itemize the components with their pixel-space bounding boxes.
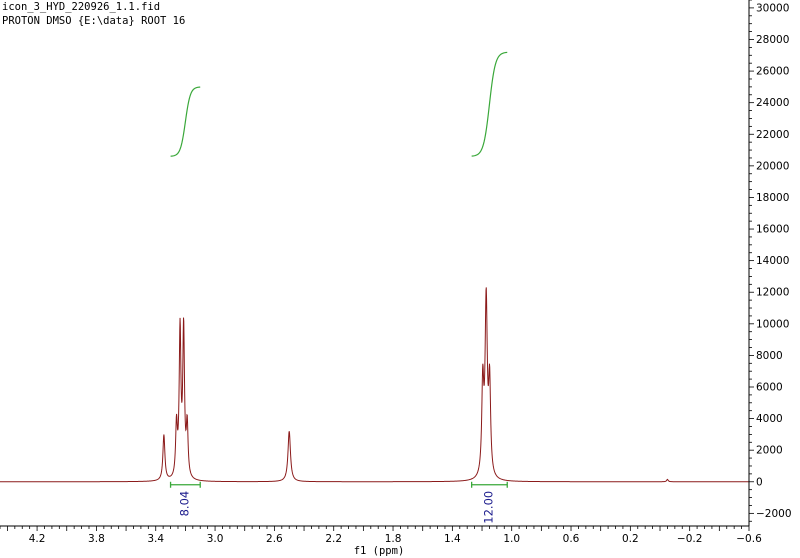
plot-area: [0, 287, 749, 483]
x-tick-label: 3.4: [147, 533, 164, 545]
y-tick-label: 24000: [756, 97, 789, 109]
x-axis: 4.2 3.8 3.4 3.0 2.6 2.2 1.8 1.4 1.0 0.6 0.2 −0.2 −0.…: [0, 525, 762, 545]
x-axis-title: f1 (ppm): [354, 545, 405, 557]
y-tick-label: 4000: [756, 413, 783, 425]
integral-value-label: 12.00: [481, 491, 495, 524]
dataset-filename: icon_3_HYD_220926_1.1.fid: [2, 1, 160, 13]
y-tick-label: 30000: [756, 2, 789, 14]
y-tick-label: 18000: [756, 192, 789, 204]
y-tick-label: 26000: [756, 66, 789, 78]
nmr-spectrum-chart: icon_3_HYD_220926_1.1.fid PROTON DMSO {E…: [0, 0, 792, 557]
x-tick-label: 0.6: [563, 533, 580, 545]
x-tick-label: −0.2: [677, 533, 703, 545]
y-tick-label: 6000: [756, 381, 783, 393]
spectrum-trace: [0, 287, 749, 483]
y-tick-label: −2000: [756, 508, 792, 520]
x-tick-label: 2.6: [266, 533, 283, 545]
y-tick-label: 20000: [756, 160, 789, 172]
x-tick-label: 3.8: [88, 533, 105, 545]
integral-curve: [471, 51, 508, 157]
x-tick-label: 2.2: [325, 533, 342, 545]
x-tick-label: 1.8: [385, 533, 402, 545]
y-tick-label: 2000: [756, 445, 783, 457]
y-tick-label: 8000: [756, 350, 783, 362]
y-tick-label: 22000: [756, 129, 789, 141]
integral-value-label: 8.04: [177, 491, 191, 517]
integral-curve: [170, 86, 201, 157]
y-tick-label: 16000: [756, 224, 789, 236]
x-tick-label: 1.4: [444, 533, 461, 545]
integral-regions: 8.04 12.00: [169, 51, 508, 524]
y-axis: −2000 0 2000 4000 6000 8000 10000 12000 14000 160…: [748, 0, 792, 526]
y-tick-label: 10000: [756, 318, 789, 330]
y-tick-label: 14000: [756, 255, 789, 267]
x-tick-label: 3.0: [207, 533, 224, 545]
y-tick-label: 12000: [756, 287, 789, 299]
acquisition-parameters: PROTON DMSO {E:\data} ROOT 16: [2, 15, 185, 27]
x-tick-label: 4.2: [29, 533, 46, 545]
y-tick-label: 0: [756, 476, 763, 488]
y-tick-label: 28000: [756, 34, 789, 46]
x-tick-label: 0.2: [622, 533, 639, 545]
x-tick-label: 1.0: [503, 533, 520, 545]
x-tick-label: −0.6: [736, 533, 762, 545]
